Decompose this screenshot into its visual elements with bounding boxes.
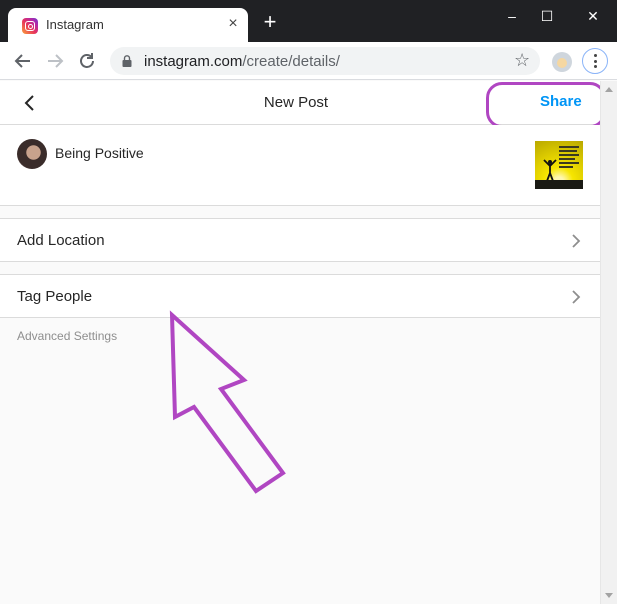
add-location-label: Add Location: [17, 232, 105, 249]
add-location-row[interactable]: Add Location: [0, 218, 600, 262]
avatar: [17, 139, 47, 169]
post-thumbnail: [535, 141, 583, 189]
tab-title: Instagram: [46, 17, 104, 32]
thumbnail-ground: [535, 180, 583, 189]
scroll-up-arrow-icon[interactable]: [605, 87, 613, 92]
new-tab-button[interactable]: +: [260, 11, 280, 33]
chevron-right-icon: [572, 234, 581, 248]
menu-dot: [593, 59, 597, 63]
menu-dot: [593, 54, 597, 57]
post-preview-row: Being Positive: [0, 125, 600, 206]
reload-icon[interactable]: [75, 49, 99, 73]
instagram-icon: [22, 18, 38, 34]
thumbnail-quote-text: [559, 144, 581, 174]
tag-people-label: Tag People: [17, 288, 93, 305]
maximize-button[interactable]: ☐: [532, 6, 562, 26]
close-window-button[interactable]: ✕: [578, 6, 608, 26]
url-path: /create/details/: [242, 53, 340, 70]
minimize-button[interactable]: –: [497, 6, 527, 26]
advanced-settings-link[interactable]: Advanced Settings: [17, 329, 117, 343]
scroll-down-arrow-icon[interactable]: [605, 593, 613, 598]
chevron-right-icon: [572, 290, 581, 304]
browser-menu-button[interactable]: [582, 48, 608, 74]
url-host: instagram.com: [144, 53, 243, 70]
page-scrollbar[interactable]: [600, 81, 617, 604]
forward-arrow-icon[interactable]: [43, 49, 67, 73]
back-arrow-icon[interactable]: [11, 49, 35, 73]
instagram-page: New Post Share Being Positive Add Locati…: [0, 81, 606, 604]
menu-dot: [593, 65, 597, 68]
url-text: instagram.com/create/details/: [144, 53, 340, 70]
tag-people-row[interactable]: Tag People: [0, 274, 600, 318]
caption-text[interactable]: Being Positive: [55, 145, 144, 161]
share-highlight-circle: [486, 82, 606, 128]
tab-close-button[interactable]: ×: [224, 15, 242, 33]
profile-avatar-icon[interactable]: [552, 52, 572, 72]
lock-icon: [122, 55, 132, 67]
address-bar[interactable]: instagram.com/create/details/ ☆: [110, 47, 540, 75]
browser-toolbar: instagram.com/create/details/ ☆: [0, 42, 617, 80]
bookmark-star-icon[interactable]: ☆: [514, 50, 530, 71]
browser-titlebar: Instagram × + – ☐ ✕: [0, 0, 617, 42]
silhouette-figure: [543, 159, 557, 182]
browser-tab[interactable]: Instagram ×: [8, 8, 248, 42]
